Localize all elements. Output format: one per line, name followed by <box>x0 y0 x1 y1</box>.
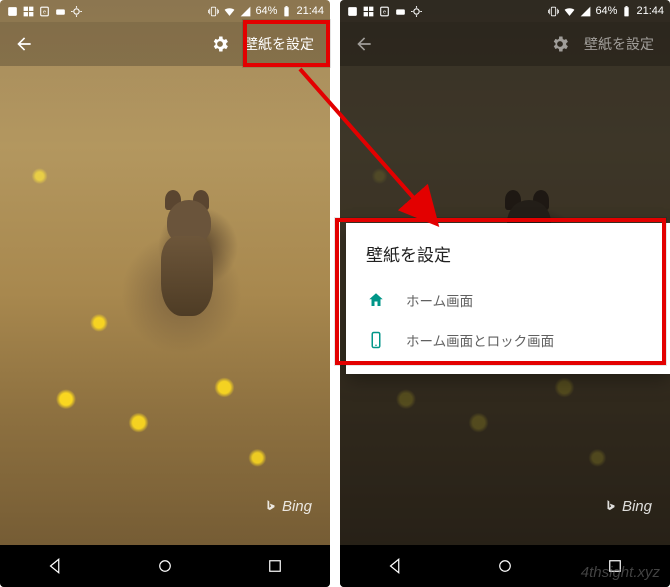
settings-gear-button[interactable] <box>204 28 236 60</box>
nav-back-button[interactable] <box>375 546 415 586</box>
dialog-option-home-lock[interactable]: ホーム画面とロック画面 <box>366 320 650 360</box>
nav-home-button[interactable] <box>145 546 185 586</box>
nav-home-button[interactable] <box>485 546 525 586</box>
vibrate-icon <box>547 5 560 18</box>
status-icon <box>346 5 359 18</box>
clock: 21:44 <box>296 5 324 17</box>
set-wallpaper-button[interactable]: 壁紙を設定 <box>236 28 322 60</box>
status-icon <box>70 5 83 18</box>
status-icon <box>362 5 375 18</box>
dialog-option-label: ホーム画面 <box>406 290 473 310</box>
status-icon <box>22 5 35 18</box>
home-icon <box>366 290 386 310</box>
svg-text:e: e <box>43 9 46 15</box>
bing-logo-icon <box>604 497 618 515</box>
dialog-option-label: ホーム画面とロック画面 <box>406 330 554 350</box>
battery-percent: 64% <box>255 5 277 17</box>
back-button[interactable] <box>348 28 380 60</box>
app-bar: 壁紙を設定 <box>340 22 670 66</box>
status-icon: e <box>38 5 51 18</box>
wifi-icon <box>223 5 236 18</box>
status-bar: e 64% 21:44 <box>340 0 670 22</box>
screen-wallpaper-target-dialog: e 64% 21:44 壁紙を設定 <box>340 0 670 587</box>
settings-gear-button[interactable] <box>544 28 576 60</box>
battery-icon <box>280 5 293 18</box>
status-icon <box>410 5 423 18</box>
status-icon <box>54 5 67 18</box>
svg-text:e: e <box>383 9 386 15</box>
battery-icon <box>620 5 633 18</box>
set-wallpaper-button[interactable]: 壁紙を設定 <box>576 28 662 60</box>
status-icon: e <box>378 5 391 18</box>
screen-wallpaper-preview: e 64% 21:44 壁紙を設定 <box>0 0 330 587</box>
signal-icon <box>579 5 592 18</box>
navigation-bar <box>0 545 330 587</box>
set-wallpaper-dialog: 壁紙を設定 ホーム画面 ホーム画面とロック画面 <box>346 223 670 374</box>
vibrate-icon <box>207 5 220 18</box>
dialog-title: 壁紙を設定 <box>366 241 650 266</box>
bing-logo-icon <box>264 497 278 515</box>
nav-back-button[interactable] <box>35 546 75 586</box>
status-bar: e 64% 21:44 <box>0 0 330 22</box>
clock: 21:44 <box>636 5 664 17</box>
back-button[interactable] <box>8 28 40 60</box>
dialog-option-home[interactable]: ホーム画面 <box>366 280 650 320</box>
bing-label: Bing <box>282 498 312 515</box>
nav-recent-button[interactable] <box>255 546 295 586</box>
wallpaper-subject-fox <box>149 200 229 320</box>
status-icon <box>6 5 19 18</box>
battery-percent: 64% <box>595 5 617 17</box>
app-bar: 壁紙を設定 <box>0 22 330 66</box>
bing-attribution: Bing <box>264 497 312 515</box>
navigation-bar <box>340 545 670 587</box>
signal-icon <box>239 5 252 18</box>
wifi-icon <box>563 5 576 18</box>
phone-icon <box>366 330 386 350</box>
bing-label: Bing <box>622 498 652 515</box>
status-icon <box>394 5 407 18</box>
bing-attribution: Bing <box>604 497 652 515</box>
nav-recent-button[interactable] <box>595 546 635 586</box>
